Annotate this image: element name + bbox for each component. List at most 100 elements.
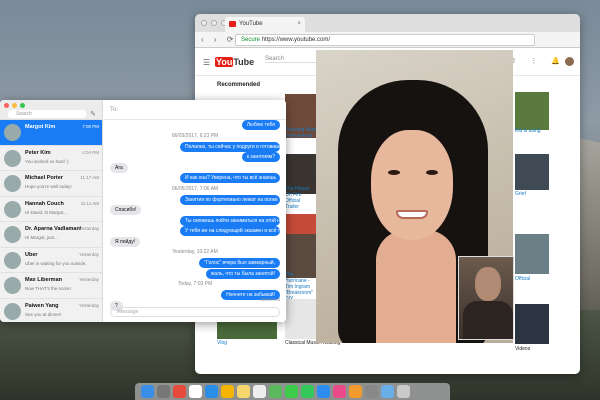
conversation-sidebar: Search ✎ Margot Kim 7:00 PM Peter Kim You w… <box>0 100 103 322</box>
message-thread: Люблю тебя 06/03/2017, 6:23 PM Полагаю, ты… <box>104 110 286 311</box>
facetime-icon[interactable] <box>301 385 314 398</box>
video-thumbnail[interactable] <box>285 299 317 339</box>
message-timestamp: 06/05/2017, 7:06 AM <box>171 185 219 192</box>
sent-message-bubble[interactable]: Занятия по фортепиано лежат на полке <box>180 194 280 205</box>
contact-name: Peter Kim <box>25 149 51 156</box>
message-input[interactable]: iMessage <box>110 307 280 317</box>
tab-bar: YouTube × <box>195 14 580 32</box>
youtube-favicon-icon <box>229 21 236 27</box>
launchpad-icon[interactable] <box>157 385 170 398</box>
conversation-item[interactable]: Hannah Couch Hi David, hi Margot... 11:11 … <box>0 197 102 222</box>
notes-icon[interactable] <box>237 385 250 398</box>
trash-icon[interactable] <box>397 385 410 398</box>
conversation-item[interactable]: Margot Kim 7:00 PM <box>0 120 102 146</box>
self-face <box>475 267 501 301</box>
close-tab-icon[interactable]: × <box>297 17 301 32</box>
tab-youtube[interactable]: YouTube × <box>225 17 305 32</box>
zoom-window-button[interactable] <box>20 103 25 108</box>
caller-eye <box>426 170 438 175</box>
message-time: Yesterday <box>79 277 99 282</box>
conversation-item[interactable]: Peter Kim You worked so hard :) 4:04 PM <box>0 146 102 171</box>
account-avatar[interactable] <box>565 57 574 66</box>
minimize-window-button[interactable] <box>211 20 217 26</box>
sent-message-bubble[interactable]: Ты сможешь пойти заниматься на этой неде… <box>180 215 286 226</box>
minimize-window-button[interactable] <box>12 103 17 108</box>
conversation-item[interactable]: Uber Uber is waiting for you outside... Ye… <box>0 248 102 273</box>
video-thumbnail[interactable] <box>515 154 549 190</box>
sent-message-bubble[interactable]: к занятиям? <box>241 152 280 162</box>
maps-icon[interactable] <box>269 385 282 398</box>
conversation-item[interactable]: Dr. Aparna Vadlamani Hi Margot, just... Ye… <box>0 222 102 248</box>
itunes-icon[interactable] <box>333 385 346 398</box>
avatar <box>4 175 21 192</box>
message-preview: Now THAT's the score! <box>25 286 71 291</box>
video-thumbnail[interactable] <box>515 234 549 274</box>
contact-name: Max Liberman <box>25 277 62 283</box>
safari-icon[interactable] <box>205 385 218 398</box>
video-title[interactable]: The House On Fire Official Trailer <box>285 186 315 210</box>
tab-title: YouTube <box>239 21 263 27</box>
received-message-bubble[interactable]: Ага <box>110 162 128 173</box>
recommended-heading: Recommended <box>217 82 261 88</box>
sent-message-bubble[interactable]: Люблю тебя <box>241 120 280 130</box>
address-bar-row: ‹ › ⟳ Secure https://www.youtube.com/ <box>195 32 580 48</box>
message-preview: Hi Margot, just... <box>25 235 58 240</box>
messages-icon[interactable] <box>285 385 298 398</box>
avatar <box>4 251 21 269</box>
message-timestamp: 06/03/2017, 6:23 PM <box>171 132 219 139</box>
sent-message-bubble[interactable]: жаль, что ты была занятой! <box>206 268 280 279</box>
sent-message-bubble[interactable]: "Голос" вчера был замкарный, <box>199 258 280 268</box>
chrome-icon[interactable] <box>173 385 186 398</box>
received-message-bubble[interactable]: Я пойду! <box>110 236 141 247</box>
conversation-item[interactable]: Michael Porter Hope you're well today! 11:… <box>0 171 102 197</box>
close-window-button[interactable] <box>201 20 207 26</box>
avatar <box>4 124 21 141</box>
finder-icon[interactable] <box>141 385 154 398</box>
message-timestamp: Yesterday, 10:22 AM <box>172 249 218 255</box>
video-thumbnail[interactable] <box>285 214 317 236</box>
avatar <box>4 277 21 294</box>
reminders-icon[interactable] <box>253 385 266 398</box>
folder-icon[interactable] <box>381 385 394 398</box>
messages-search-input[interactable]: Search <box>8 110 86 118</box>
self-view-video[interactable] <box>458 256 514 340</box>
sent-message-bubble[interactable]: Полагаю, ты сейчас у подруги и готовишьс… <box>180 141 286 152</box>
avatar <box>4 200 21 218</box>
video-title[interactable]: Videos <box>515 346 530 352</box>
delivered-status: Delivered <box>260 297 280 302</box>
secure-label: Secure <box>241 37 261 43</box>
url-field[interactable]: Secure https://www.youtube.com/ <box>235 34 535 46</box>
video-title[interactable]: Grief <box>515 191 526 197</box>
messages-window: Search ✎ Margot Kim 7:00 PM Peter Kim You w… <box>0 100 286 322</box>
video-thumbnail[interactable] <box>515 92 549 130</box>
caller-face <box>371 130 453 240</box>
contact-name: Paiwen Yang <box>25 302 59 309</box>
hamburger-menu-icon[interactable]: ☰ <box>203 58 210 67</box>
chat-pane: To: Люблю тебя 06/03/2017, 6:23 PM Полагаю… <box>104 100 286 322</box>
received-message-bubble[interactable]: Спасибо! <box>110 205 142 215</box>
video-title[interactable]: Vlog <box>217 340 227 346</box>
photos-icon[interactable] <box>221 385 234 398</box>
appstore-icon[interactable] <box>317 385 330 398</box>
sent-message-bubble[interactable]: У тебя же на следующей экзамен и всё так… <box>180 226 286 236</box>
nav-buttons[interactable]: ‹ › ⟳ <box>201 35 237 44</box>
contact-name: Dr. Aparna Vadlamani <box>25 226 82 232</box>
video-thumbnail[interactable] <box>515 304 549 344</box>
header-icons[interactable]: ⇪ ⋮ 🔔 <box>511 57 566 65</box>
calendar-icon[interactable] <box>189 385 202 398</box>
video-title[interactable]: Official <box>515 276 530 282</box>
compose-icon[interactable]: ✎ <box>90 110 96 118</box>
contact-name: Hannah Couch <box>25 200 64 207</box>
window-controls <box>201 20 227 26</box>
youtube-logo[interactable]: YouTube <box>215 57 254 67</box>
close-window-button[interactable] <box>4 103 9 108</box>
conversation-item[interactable]: Paiwen Yang See you at dinner! Yesterday <box>0 299 102 323</box>
ibooks-icon[interactable] <box>349 385 362 398</box>
video-title[interactable]: Kid is using <box>515 128 541 134</box>
contact-name: Margot Kim <box>25 124 56 130</box>
settings-icon[interactable] <box>365 385 378 398</box>
sent-message-bubble[interactable]: И как она? Уверена, что ты всё знаешь <box>180 173 280 183</box>
conversation-item[interactable]: Max Liberman Now THAT's the score! Yesterd… <box>0 273 102 299</box>
message-time: 11:11 AM <box>80 200 99 206</box>
video-title[interactable]: The Hurricane - Tim Ingram "Breakroom" D… <box>285 272 315 302</box>
